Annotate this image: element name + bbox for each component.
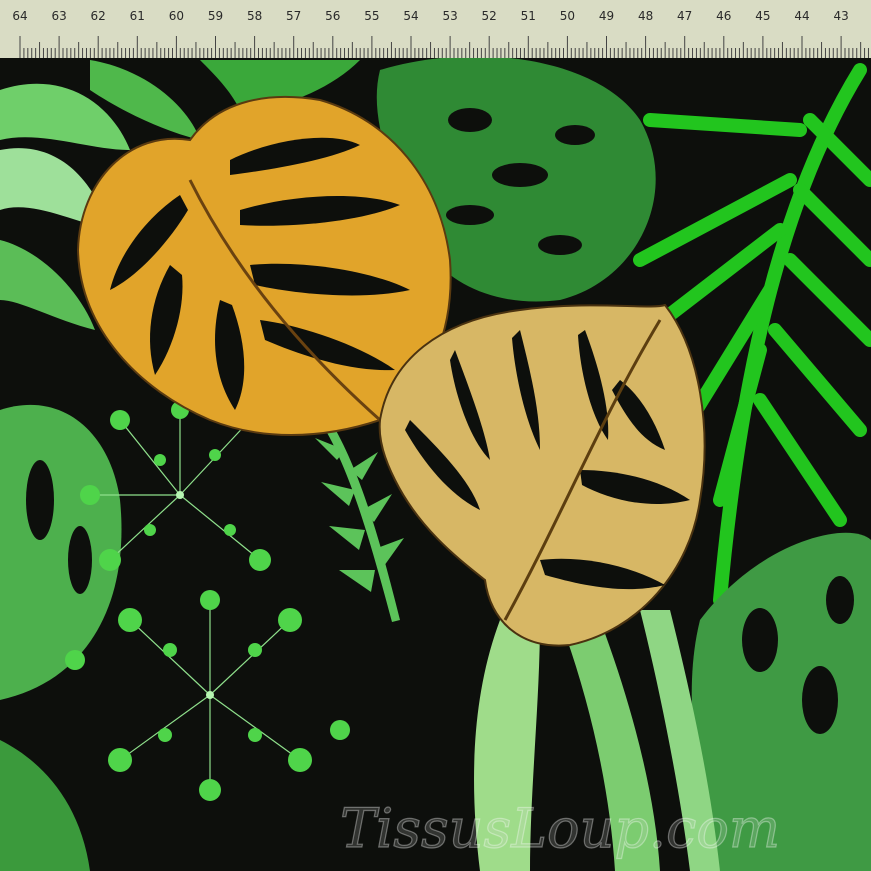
watermark-text: TissusLoup.com: [340, 797, 780, 860]
ruler-tick-label: 50: [560, 9, 575, 23]
ruler-tick-label: 47: [677, 9, 692, 23]
ruler-tick-label: 52: [482, 9, 497, 23]
ruler-tick-label: 46: [716, 9, 731, 23]
ruler-tick-label: 57: [286, 9, 301, 23]
ruler-tick-label: 59: [208, 9, 223, 23]
ruler-tick-label: 43: [833, 9, 848, 23]
ruler-tick-label: 58: [247, 9, 262, 23]
ruler-tick-label: 60: [169, 9, 184, 23]
ruler-tick-label: 45: [755, 9, 770, 23]
ruler-tick-label: 51: [521, 9, 536, 23]
ruler-tick-label: 49: [599, 9, 614, 23]
fabric-photo: 64 63 62 61 60 59 58 57 56 55 54 53 52 51 50 49 48 47 46 45…: [0, 0, 871, 871]
ruler-tick-label: 62: [91, 9, 106, 23]
ruler-icon: 64 63 62 61 60 59 58 57 56 55 54 53 52 51 50 49 48 47 46 45…: [12, 9, 869, 58]
measuring-ruler: 64 63 62 61 60 59 58 57 56 55 54 53 52 51 50 49 48 47 46 45…: [0, 0, 871, 59]
ruler-tick-label: 54: [403, 9, 418, 23]
ruler-tick-label: 53: [442, 9, 457, 23]
tropical-leaf-print: [0, 58, 871, 871]
ruler-tick-label: 55: [364, 9, 379, 23]
ruler-tick-label: 64: [12, 9, 27, 23]
ruler-tick-label: 48: [638, 9, 653, 23]
watermark-logo: TissusLoup.com: [339, 796, 780, 860]
ruler-tick-label: 61: [130, 9, 145, 23]
ruler-tick-label: 63: [51, 9, 66, 23]
ruler-tick-label: 44: [794, 9, 809, 23]
ruler-tick-label: 56: [325, 9, 340, 23]
